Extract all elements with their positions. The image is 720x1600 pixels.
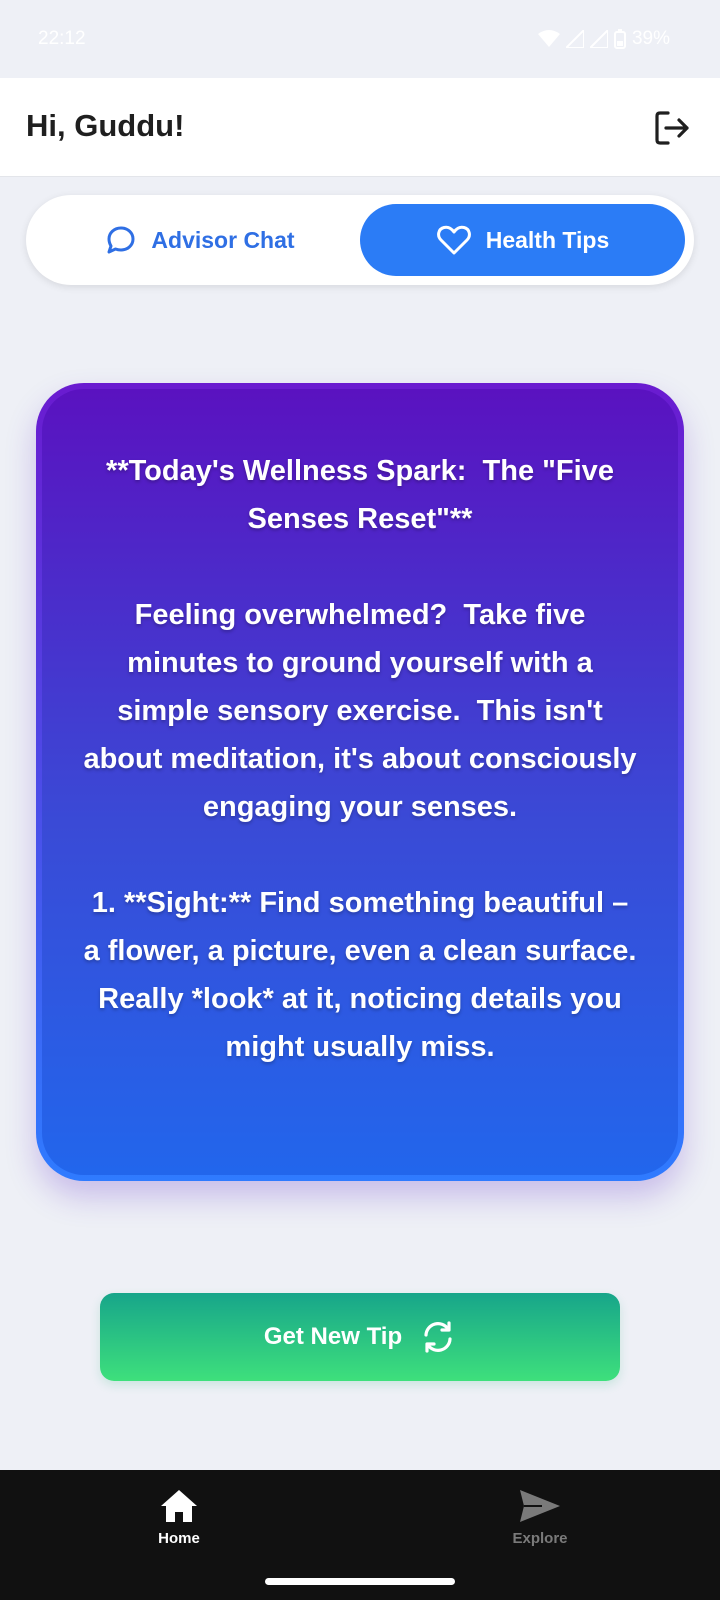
signal-icon-2 <box>589 30 608 48</box>
app-header: Hi, Guddu! <box>0 78 720 177</box>
logout-icon[interactable] <box>652 108 692 148</box>
nav-home[interactable]: Home <box>119 1488 239 1547</box>
nav-explore-label: Explore <box>512 1530 568 1547</box>
gesture-home-bar[interactable] <box>265 1578 455 1585</box>
get-new-tip-button[interactable]: Get New Tip <box>100 1293 620 1381</box>
tab-health-tips[interactable]: Health Tips <box>360 204 685 276</box>
status-icons: 39% <box>537 28 670 50</box>
home-icon <box>161 1490 197 1522</box>
health-tip-card: **Today's Wellness Spark: The "Five Sens… <box>36 383 684 1181</box>
send-icon <box>520 1490 560 1522</box>
tab-advisor-chat-label: Advisor Chat <box>151 226 295 253</box>
battery-level: 39% <box>631 28 670 49</box>
chat-bubble-icon <box>107 226 135 254</box>
status-time: 22:12 <box>38 28 86 49</box>
tab-health-tips-label: Health Tips <box>485 226 610 253</box>
heart-icon <box>436 225 471 255</box>
tab-advisor-chat[interactable]: Advisor Chat <box>35 204 365 276</box>
nav-home-label: Home <box>158 1530 200 1547</box>
wifi-icon <box>537 30 560 47</box>
nav-explore[interactable]: Explore <box>480 1488 600 1547</box>
greeting-title: Hi, Guddu! <box>26 108 185 143</box>
battery-icon <box>613 29 626 49</box>
tip-text: **Today's Wellness Spark: The "Five Sens… <box>83 455 637 1063</box>
signal-icon <box>565 30 584 48</box>
tab-switcher: Advisor Chat Health Tips <box>26 195 694 285</box>
refresh-icon <box>424 1321 452 1353</box>
status-bar: 22:12 39% <box>0 0 720 78</box>
get-new-tip-label: Get New Tip <box>263 1323 403 1350</box>
